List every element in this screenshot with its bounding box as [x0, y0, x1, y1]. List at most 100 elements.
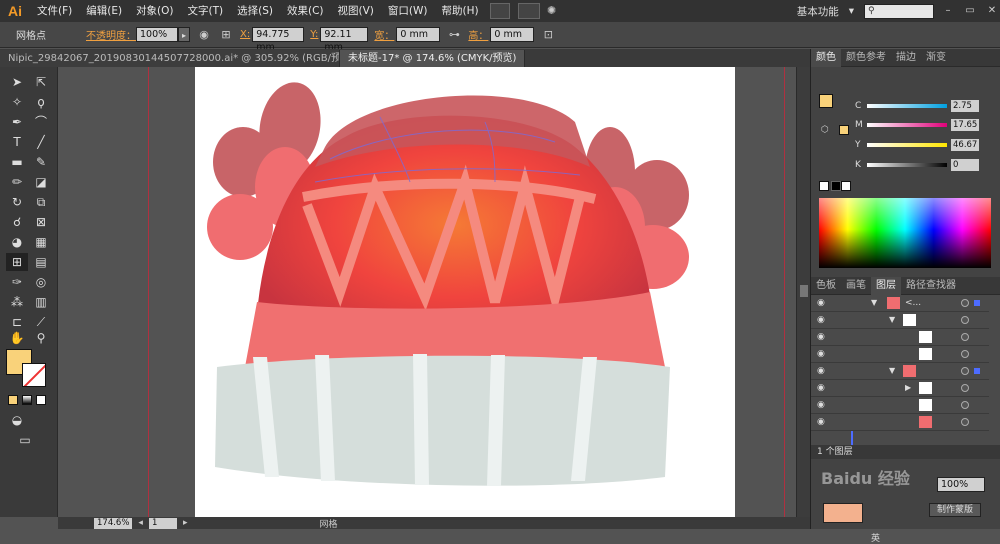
- tab-stroke[interactable]: 描边: [891, 49, 921, 67]
- visibility-eye-icon[interactable]: ◉: [817, 366, 829, 376]
- gpu-performance-icon[interactable]: ✺: [544, 3, 560, 19]
- opacity-percent-field[interactable]: 100%: [937, 477, 985, 492]
- visibility-eye-icon[interactable]: ◉: [817, 383, 829, 393]
- artboard[interactable]: [195, 67, 735, 517]
- tab-document-untitled[interactable]: 未标题-17* @ 174.6% (CMYK/预览): [340, 50, 526, 67]
- layer-target-icon[interactable]: [961, 350, 969, 358]
- link-proportions-icon[interactable]: ⊶: [446, 27, 462, 43]
- rotate-tool-icon[interactable]: ↻: [6, 193, 28, 211]
- menu-item-effect[interactable]: 效果(C): [280, 0, 331, 22]
- expand-arrow-icon[interactable]: ▼: [889, 366, 895, 375]
- channel-y-slider[interactable]: [867, 143, 947, 147]
- transform-reference-icon[interactable]: ⊞: [218, 27, 234, 43]
- tab-color[interactable]: 颜色: [811, 48, 841, 67]
- visibility-eye-icon[interactable]: ◉: [817, 400, 829, 410]
- visibility-eye-icon[interactable]: ◉: [817, 298, 829, 308]
- panel-fill-swatch[interactable]: [819, 94, 833, 108]
- lasso-tool-icon[interactable]: ϙ: [30, 93, 52, 111]
- channel-y-input[interactable]: 46.67: [951, 139, 979, 151]
- layer-row[interactable]: ◉ ▶: [811, 380, 989, 397]
- selection-tool-icon[interactable]: ➤: [6, 73, 28, 91]
- layer-row[interactable]: ◉ ▼: [811, 312, 989, 329]
- color-spectrum[interactable]: [819, 198, 991, 268]
- black-swatch[interactable]: [831, 181, 841, 191]
- height-input[interactable]: 0 mm: [490, 27, 535, 42]
- layer-row[interactable]: ◉: [811, 346, 989, 363]
- eraser-tool-icon[interactable]: ◪: [30, 173, 52, 191]
- menu-item-window[interactable]: 窗口(W): [381, 0, 435, 22]
- menu-item-help[interactable]: 帮助(H): [435, 0, 486, 22]
- channel-y[interactable]: Y 46.67: [855, 139, 979, 151]
- pencil-tool-icon[interactable]: ✏: [6, 173, 28, 191]
- opacity-input[interactable]: 100%: [136, 27, 178, 42]
- ime-language[interactable]: 英: [871, 534, 880, 544]
- tab-color-guide[interactable]: 颜色参考: [841, 49, 891, 67]
- magic-wand-tool-icon[interactable]: ✧: [6, 93, 28, 111]
- y-input[interactable]: 92.11 mm: [320, 27, 369, 53]
- menu-item-type[interactable]: 文字(T): [181, 0, 231, 22]
- opacity-label[interactable]: 不透明度：: [86, 27, 136, 42]
- tab-swatches[interactable]: 色板: [811, 277, 841, 295]
- vertical-scrollbar[interactable]: [796, 67, 810, 517]
- rectangle-tool-icon[interactable]: ▬: [6, 153, 28, 171]
- zoom-field[interactable]: 174.6%: [94, 517, 133, 529]
- perspective-grid-tool-icon[interactable]: ▦: [30, 233, 52, 251]
- scale-tool-icon[interactable]: ⧉: [30, 193, 52, 211]
- type-tool-icon[interactable]: T: [6, 133, 28, 151]
- x-input[interactable]: 94.775 mm: [252, 27, 305, 53]
- white-swatch[interactable]: [841, 181, 851, 191]
- page-field[interactable]: 1: [148, 517, 177, 529]
- layer-row[interactable]: ◉: [811, 329, 989, 346]
- channel-k-input[interactable]: 0: [951, 159, 979, 171]
- mesh-tool-icon[interactable]: ⊞: [6, 253, 28, 271]
- symbol-sprayer-tool-icon[interactable]: ⁂: [6, 293, 28, 311]
- make-mask-button[interactable]: 制作蒙版: [929, 503, 981, 517]
- arrange-documents-icon[interactable]: [517, 3, 540, 19]
- layer-target-icon[interactable]: [961, 401, 969, 409]
- layer-target-icon[interactable]: [961, 316, 969, 324]
- layer-target-icon[interactable]: [961, 418, 969, 426]
- color-mode-button[interactable]: [8, 395, 18, 405]
- gradient-tool-icon[interactable]: ▤: [30, 253, 52, 271]
- draw-mode-icon[interactable]: ◒: [6, 411, 28, 429]
- channel-c-slider[interactable]: [867, 104, 947, 108]
- expand-arrow-icon[interactable]: ▼: [871, 298, 877, 307]
- visibility-eye-icon[interactable]: ◉: [817, 349, 829, 359]
- layer-target-icon[interactable]: [961, 299, 969, 307]
- page-next-icon[interactable]: ▸: [183, 518, 188, 528]
- recolor-icon[interactable]: ◉: [196, 27, 212, 43]
- page-prev-icon[interactable]: ◂: [138, 518, 143, 528]
- layer-row[interactable]: ◉ ▼ <...: [811, 295, 989, 312]
- hand-tool-icon[interactable]: ✋: [6, 329, 28, 347]
- channel-m-input[interactable]: 17.65: [951, 119, 979, 131]
- canvas-area[interactable]: [58, 67, 796, 517]
- close-button[interactable]: ✕: [984, 4, 1000, 18]
- maximize-button[interactable]: ▭: [962, 4, 978, 18]
- none-mode-button[interactable]: [36, 395, 46, 405]
- layer-target-icon[interactable]: [961, 333, 969, 341]
- tab-pathfinder[interactable]: 路径查找器: [901, 277, 961, 295]
- shape-builder-tool-icon[interactable]: ◕: [6, 233, 28, 251]
- menu-item-view[interactable]: 视图(V): [331, 0, 381, 22]
- channel-m[interactable]: M 17.65: [855, 119, 979, 131]
- paintbrush-tool-icon[interactable]: ✎: [30, 153, 52, 171]
- channel-c[interactable]: C 2.75: [855, 100, 979, 112]
- expand-arrow-icon[interactable]: ▼: [889, 315, 895, 324]
- tab-layers[interactable]: 图层: [871, 276, 901, 295]
- workspace-switcher[interactable]: 基本功能: [797, 4, 839, 19]
- channel-m-slider[interactable]: [867, 123, 947, 127]
- blend-tool-icon[interactable]: ◎: [30, 273, 52, 291]
- column-graph-tool-icon[interactable]: ▥: [30, 293, 52, 311]
- workspace-dropdown-icon[interactable]: ▾: [849, 5, 854, 17]
- layer-name[interactable]: <...: [905, 298, 921, 308]
- channel-k-slider[interactable]: [867, 163, 947, 167]
- free-transform-tool-icon[interactable]: ⊠: [30, 213, 52, 231]
- line-tool-icon[interactable]: ╱: [30, 133, 52, 151]
- menu-item-file[interactable]: 文件(F): [30, 0, 79, 22]
- web-safe-swatch[interactable]: [839, 125, 849, 135]
- tab-brushes[interactable]: 画笔: [841, 277, 871, 295]
- channel-c-input[interactable]: 2.75: [951, 100, 979, 112]
- channel-k[interactable]: K 0: [855, 159, 979, 171]
- pen-tool-icon[interactable]: ✒: [6, 113, 28, 131]
- visibility-eye-icon[interactable]: ◉: [817, 315, 829, 325]
